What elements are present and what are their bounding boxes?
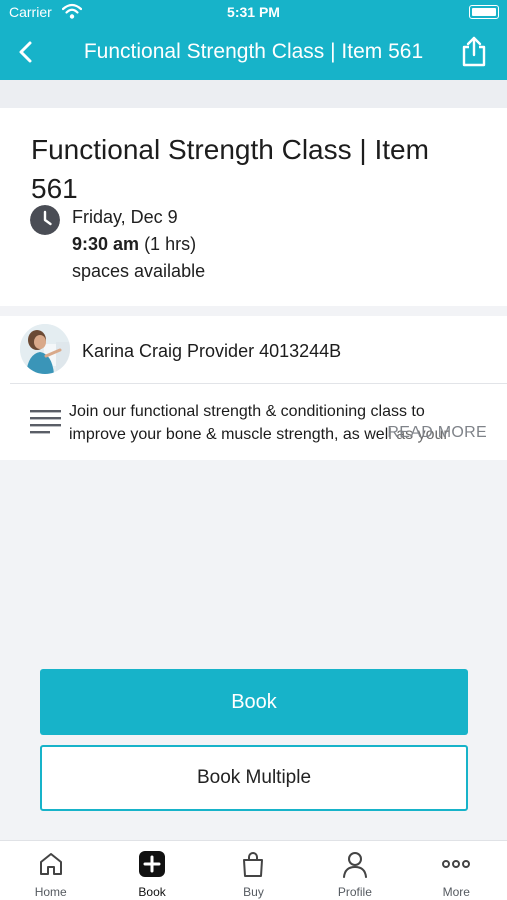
tab-label-buy: Buy — [243, 885, 264, 899]
read-more-link[interactable]: READ MORE — [387, 424, 487, 442]
tab-bar: Home Book Buy Profile More — [0, 840, 507, 900]
clock-time: 5:31 PM — [227, 4, 280, 20]
ellipsis-icon — [442, 860, 471, 868]
description-lines-icon — [30, 410, 61, 434]
tab-label-more: More — [442, 885, 470, 899]
page-title: Functional Strength Class | Item 561 — [83, 40, 424, 63]
tab-profile[interactable]: Profile — [304, 841, 405, 900]
divider — [10, 383, 507, 384]
plus-square-icon — [139, 851, 166, 877]
tab-buy[interactable]: Buy — [203, 841, 304, 900]
header-spacer — [0, 80, 507, 108]
class-duration: (1 hrs) — [144, 234, 197, 254]
class-date: Friday, Dec 9 — [72, 207, 178, 227]
status-bar: Carrier 5:31 PM — [0, 0, 507, 24]
back-arrow-icon[interactable] — [12, 38, 40, 66]
home-icon — [39, 853, 62, 875]
provider-card: Karina Craig Provider 4013244B Join our … — [0, 316, 507, 460]
provider-name[interactable]: Karina Craig Provider 4013244B — [82, 341, 341, 362]
share-icon[interactable] — [459, 36, 489, 68]
availability-text: spaces available — [72, 261, 206, 281]
clock-icon — [30, 205, 60, 235]
class-time-row: 9:30 am (1 hrs) — [72, 234, 196, 255]
book-multiple-button[interactable]: Book Multiple — [40, 745, 468, 811]
book-button[interactable]: Book — [40, 669, 468, 735]
battery-icon — [469, 5, 499, 19]
tab-label-book: Book — [138, 885, 166, 899]
tab-more[interactable]: More — [406, 841, 507, 900]
person-icon — [342, 852, 367, 878]
shopping-bag-icon — [243, 852, 264, 877]
navigation-bar: Functional Strength Class | Item 561 — [0, 24, 507, 80]
tab-label-home: Home — [34, 885, 67, 899]
tab-home[interactable]: Home — [0, 841, 101, 900]
class-info-card: Functional Strength Class | Item 561 Fri… — [0, 108, 507, 306]
provider-avatar[interactable] — [20, 324, 70, 374]
tab-label-profile: Profile — [337, 885, 372, 899]
tab-book[interactable]: Book — [101, 841, 202, 900]
class-title: Functional Strength Class | Item 561 — [31, 134, 429, 204]
class-time: 9:30 am — [72, 234, 140, 254]
